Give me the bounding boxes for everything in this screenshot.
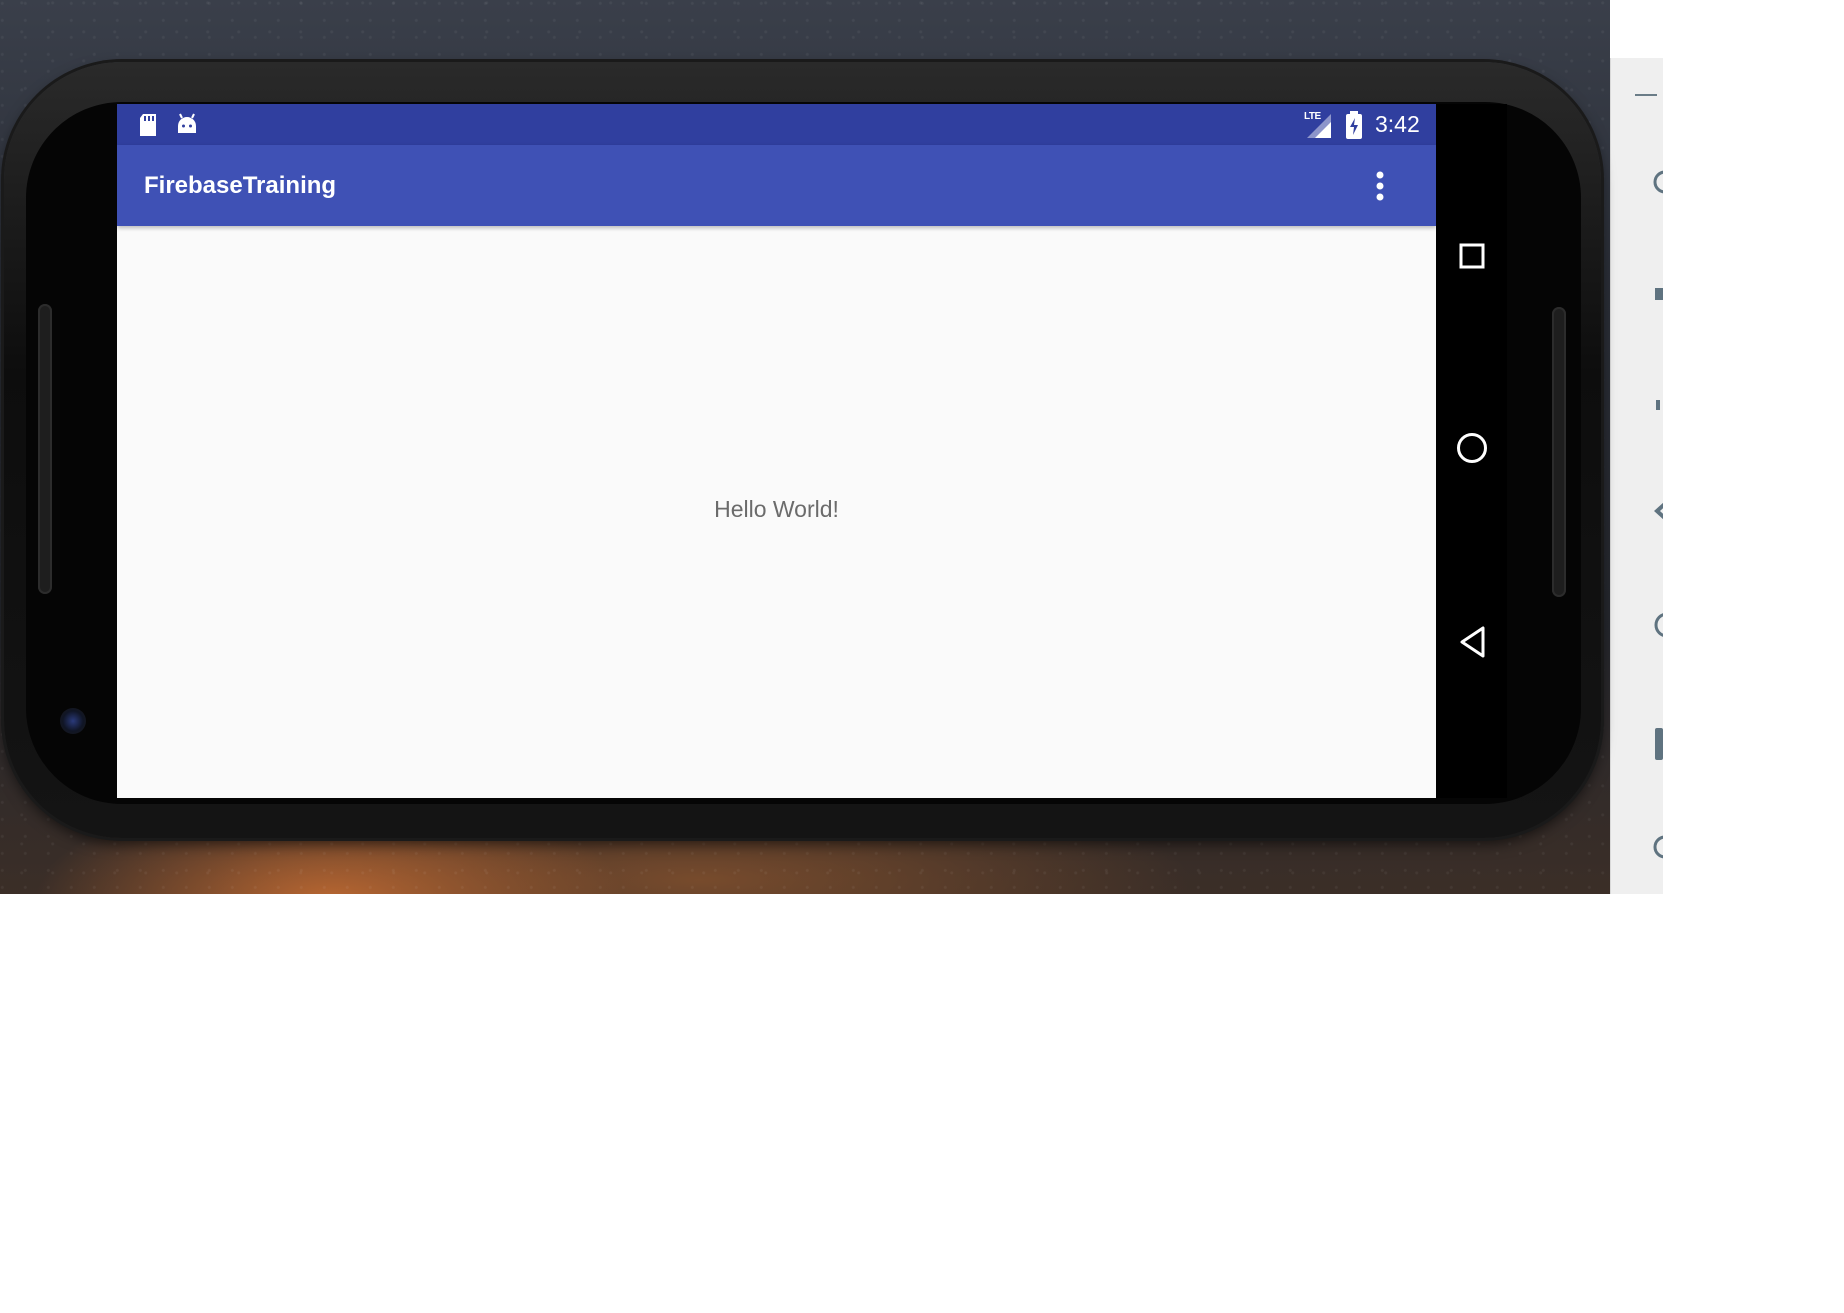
rotate-left-icon[interactable] xyxy=(1651,498,1663,524)
front-camera xyxy=(60,708,86,734)
hello-world-text: Hello World! xyxy=(714,496,839,522)
navigation-bar xyxy=(1436,104,1507,798)
power-icon[interactable] xyxy=(1653,168,1663,196)
back-icon[interactable] xyxy=(1458,625,1488,659)
sd-card-icon xyxy=(140,114,156,136)
recents-icon[interactable] xyxy=(1458,242,1486,270)
status-bar: LTE 3:42 xyxy=(117,104,1436,145)
home-icon[interactable] xyxy=(1455,431,1489,465)
rotate-right-icon[interactable] xyxy=(1651,610,1663,640)
left-speaker-grille xyxy=(38,304,52,594)
android-icon xyxy=(178,113,196,133)
device-screen[interactable]: LTE 3:42 FirebaseTraining Hello World! xyxy=(117,104,1507,798)
app-toolbar: FirebaseTraining xyxy=(117,145,1436,226)
screenshot-icon[interactable] xyxy=(1655,728,1663,760)
lte-signal-icon xyxy=(1307,114,1331,138)
status-time: 3:42 xyxy=(1375,111,1420,137)
zoom-icon[interactable] xyxy=(1653,833,1663,861)
more-options-icon[interactable] xyxy=(1374,170,1386,202)
emulator-window: LTE 3:42 FirebaseTraining Hello World! xyxy=(0,0,1844,1313)
emulator-toolbar xyxy=(1610,58,1663,894)
battery-charging-icon xyxy=(1346,111,1362,139)
right-speaker-grille xyxy=(1552,307,1566,597)
minimize-icon[interactable] xyxy=(1635,94,1657,96)
volume-up-icon[interactable] xyxy=(1655,288,1663,300)
app-title: FirebaseTraining xyxy=(144,172,337,199)
main-content: Hello World! xyxy=(117,226,1436,798)
volume-down-icon[interactable] xyxy=(1656,400,1660,410)
